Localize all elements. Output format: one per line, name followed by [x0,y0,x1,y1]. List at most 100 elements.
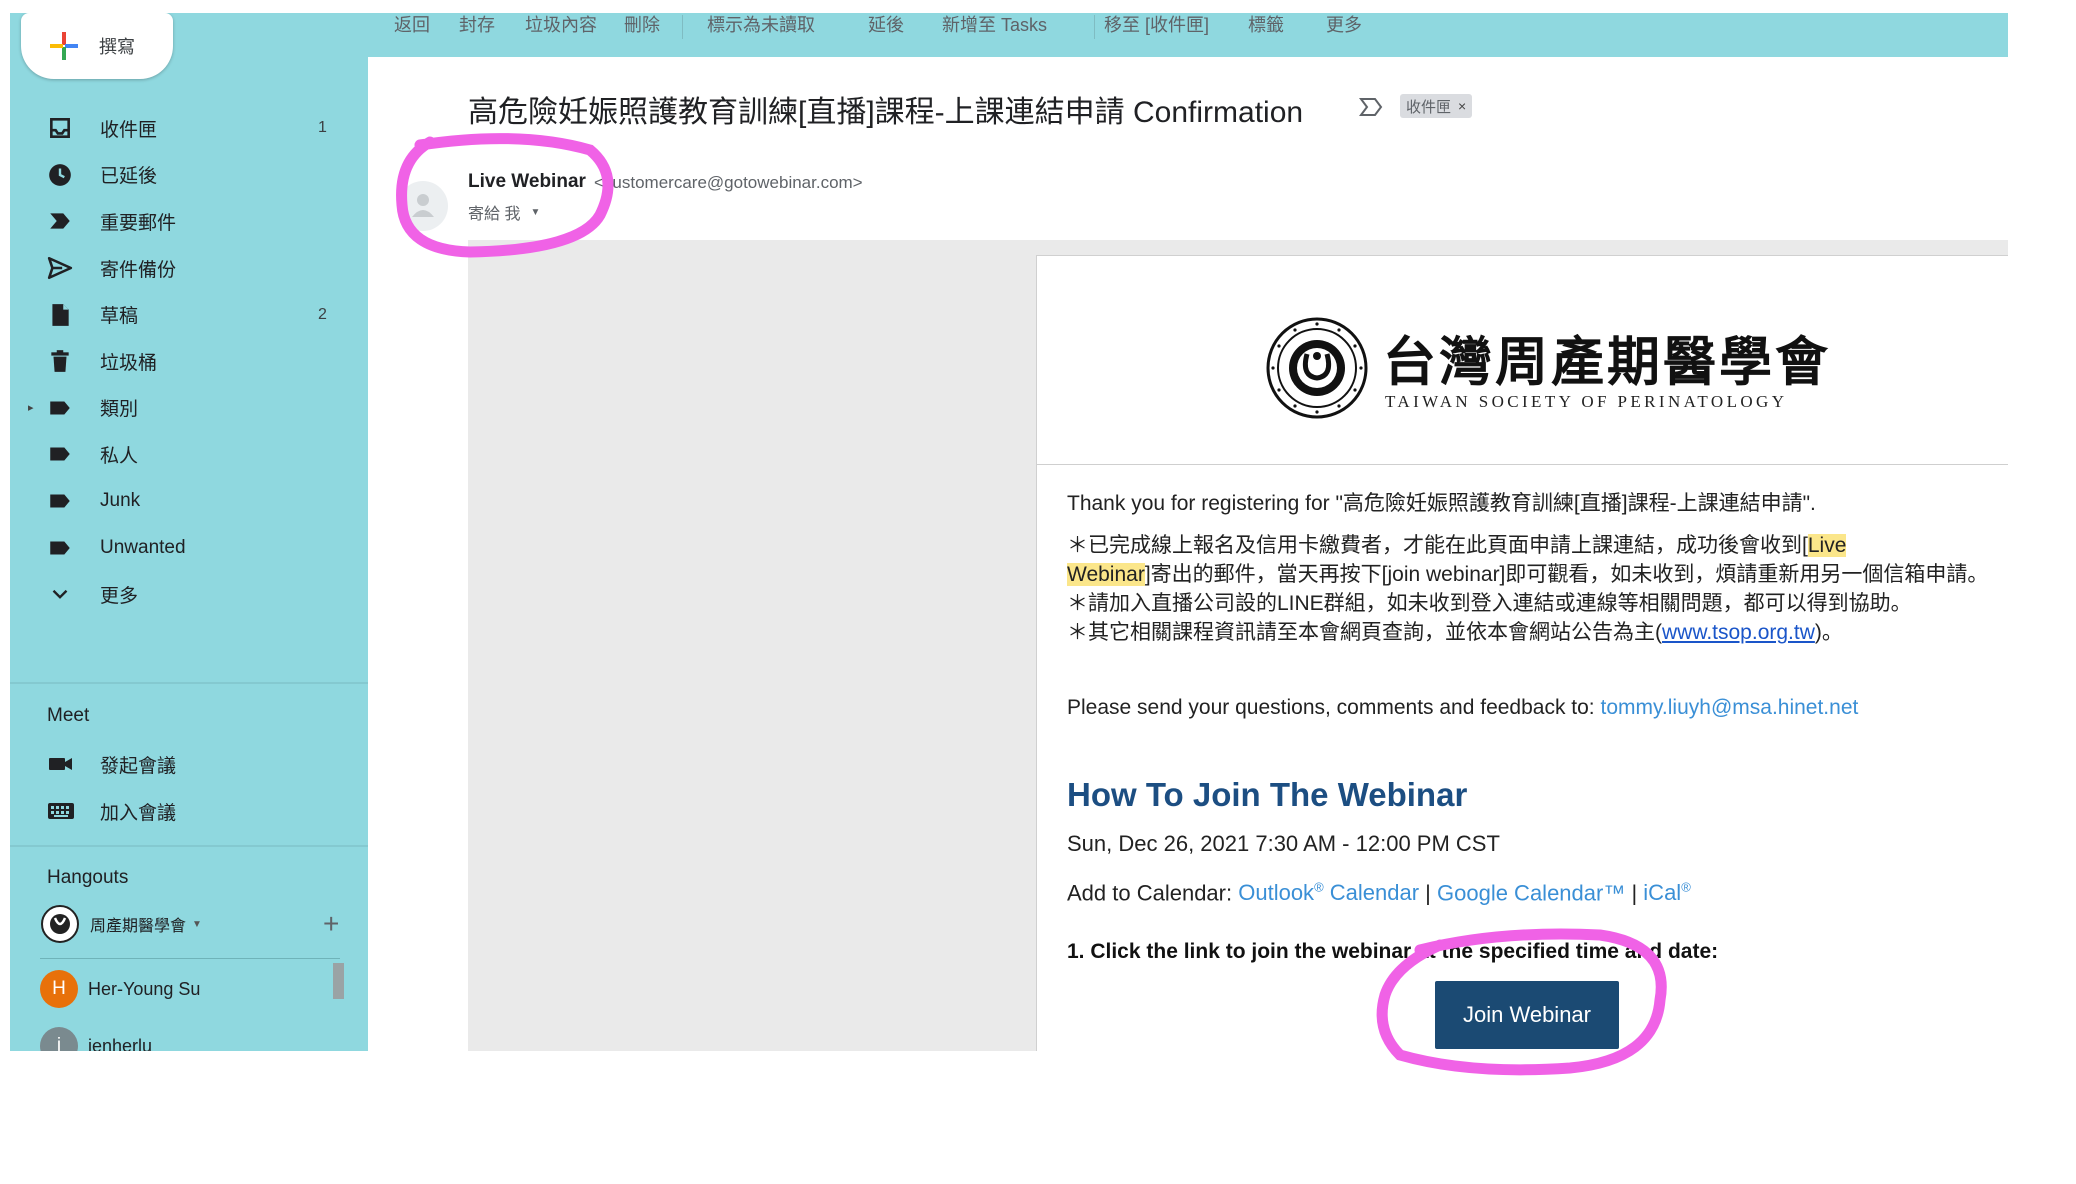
inbox-label-chip: 收件匣 × [1400,94,1473,118]
sidebar-item-label: 垃圾桶 [100,352,158,374]
hangouts-account[interactable]: 周產期醫學會 ▼ + [40,901,360,947]
toolbar-delete[interactable]: 刪除 [624,13,660,37]
label-icon [50,447,70,461]
sidebar-item-label: 私人 [100,445,139,467]
outlook-calendar-text: Calendar [1323,880,1420,906]
toolbar-add-to-tasks[interactable]: 新增至 Tasks [942,13,1047,37]
add-contact-icon[interactable]: + [323,908,339,940]
remove-label-icon[interactable]: × [1458,98,1466,114]
logo-chinese-name: 台灣周產期醫學會 [1383,331,1831,393]
contact-email-link[interactable]: tommy.liuyh@msa.hinet.net [1600,696,1858,719]
label-icon [50,494,70,508]
sidebar-item-unwanted[interactable]: Unwanted [10,524,368,571]
expand-caret-icon[interactable]: ▸ [28,401,34,414]
join-meeting-link[interactable]: 加入會議 [10,791,368,831]
calendar-separator: | [1625,880,1644,906]
join-heading: How To Join The Webinar [1067,776,1468,813]
toolbar-back[interactable]: 返回 [394,13,430,37]
plus-icon [50,32,78,60]
send-icon [47,257,73,280]
join-instructions: 1. Click the link to join the webinar at… [1067,940,1719,963]
hangouts-contact[interactable]: H Her-Young Su [40,966,360,1012]
toolbar-snooze[interactable]: 延後 [868,13,904,37]
logo-english-name: TAIWAN SOCIETY OF PERINATOLOGY [1385,392,1788,411]
hangouts-contact[interactable]: j jenherlu [40,1023,360,1051]
toolbar-separator [1094,15,1095,39]
sidebar-item-more[interactable]: 更多 [10,571,368,618]
sidebar-divider [10,845,368,847]
sidebar: 撰寫 收件匣 1 已延後 重要郵件 寄件備份 草稿 2 垃圾桶 ▸ 類別 私人 … [10,13,368,1051]
inbox-icon [50,118,70,139]
note1-text: ]寄出的郵件，當天再按下[join webinar]即可觀看，如未收到，煩請重新… [1144,563,1989,586]
compose-button[interactable]: 撰寫 [21,13,173,79]
sidebar-item-inbox[interactable]: 收件匣 1 [10,105,368,152]
label-icon [50,401,70,415]
sidebar-item-sent[interactable]: 寄件備份 [10,245,368,292]
sidebar-item-label: 草稿 [100,306,139,328]
gmail-window: 撰寫 收件匣 1 已延後 重要郵件 寄件備份 草稿 2 垃圾桶 ▸ 類別 私人 … [10,13,2008,1051]
keyboard-icon [48,803,74,819]
message-view: 高危險妊娠照護教育訓練[直播]課程-上課連結申請 Confirmation 收件… [368,57,2008,1051]
society-seal-icon [1266,317,1368,419]
dropdown-arrow-icon[interactable]: ▼ [192,919,202,930]
google-calendar-link[interactable]: Google Calendar™ [1437,880,1625,905]
email-body: 台灣周產期醫學會 TAIWAN SOCIETY OF PERINATOLOGY … [1036,255,2008,1051]
sender-email: <customercare@gotowebinar.com> [594,173,863,192]
add-to-calendar: Add to Calendar: Outlook® Calendar | Goo… [1067,880,1691,906]
website-link[interactable]: www.tsop.org.tw [1662,621,1815,644]
start-meeting-link[interactable]: 發起會議 [10,744,368,784]
recipient-details[interactable]: 寄給 我 ▼ [468,200,540,224]
hangouts-section-title: Hangouts [47,867,129,888]
sidebar-item-label: Unwanted [100,536,186,558]
toolbar-spam[interactable]: 垃圾內容 [525,13,597,37]
registered-mark: ® [1314,880,1324,895]
contact-name: Her-Young Su [88,978,201,999]
toolbar-separator [682,15,683,39]
sidebar-item-snoozed[interactable]: 已延後 [10,152,368,199]
unread-count: 1 [318,119,327,137]
important-marker-icon[interactable] [1359,97,1383,117]
sidebar-item-private[interactable]: 私人 [10,431,368,478]
sidebar-divider [10,682,368,684]
highlighted-text: Live [1807,534,1847,557]
recipient-text: 寄給 我 [468,206,521,223]
sidebar-item-drafts[interactable]: 草稿 2 [10,291,368,338]
highlighted-text: Webinar [1067,563,1145,586]
sidebar-scrollbar[interactable] [333,963,344,999]
sidebar-item-trash[interactable]: 垃圾桶 [10,338,368,385]
details-dropdown-icon[interactable]: ▼ [530,207,540,218]
toolbar-archive[interactable]: 封存 [459,13,495,37]
logo-divider [1037,464,2008,465]
toolbar-move-to[interactable]: 移至 [收件匣] [1104,13,1209,37]
questions-paragraph: Please send your questions, comments and… [1067,693,1997,722]
thanks-paragraph: Thank you for registering for "高危險妊娠照護教育… [1067,492,1816,515]
society-logo-icon [41,905,79,943]
sidebar-item-important[interactable]: 重要郵件 [10,198,368,245]
draft-count: 2 [318,305,327,323]
sidebar-item-junk[interactable]: Junk [10,478,368,525]
join-webinar-button[interactable]: Join Webinar [1435,981,1619,1049]
toolbar-more[interactable]: 更多 [1326,13,1362,37]
label-chip-text: 收件匣 [1406,98,1452,116]
toolbar-mark-unread[interactable]: 標示為未讀取 [707,13,815,37]
sidebar-item-label: 更多 [100,585,139,607]
calendar-prefix: Add to Calendar: [1067,880,1239,906]
outlook-calendar-link[interactable]: Outlook® Calendar [1238,880,1419,905]
trash-icon [51,350,69,373]
toolbar-labels[interactable]: 標籤 [1248,13,1284,37]
message-toolbar: 返回 封存 垃圾內容 刪除 標示為未讀取 延後 新增至 Tasks 移至 [收件… [368,13,2008,57]
sender-name: Live Webinar [468,171,586,192]
chevron-down-icon [52,590,68,600]
sidebar-item-label: 已延後 [100,166,158,188]
email-subject: 高危險妊娠照護教育訓練[直播]課程-上課連結申請 Confirmation [468,96,1304,129]
label-icon [50,541,70,555]
ical-link[interactable]: iCal® [1643,880,1691,905]
compose-label: 撰寫 [99,37,135,57]
sidebar-item-label: 重要郵件 [100,212,177,234]
sidebar-item-categories[interactable]: ▸ 類別 [10,385,368,432]
sidebar-item-label: 類別 [100,399,139,421]
sidebar-item-label: 收件匣 [100,119,158,141]
avatar: H [40,970,78,1008]
questions-text: Please send your questions, comments and… [1067,696,1601,719]
video-camera-icon [49,758,72,770]
